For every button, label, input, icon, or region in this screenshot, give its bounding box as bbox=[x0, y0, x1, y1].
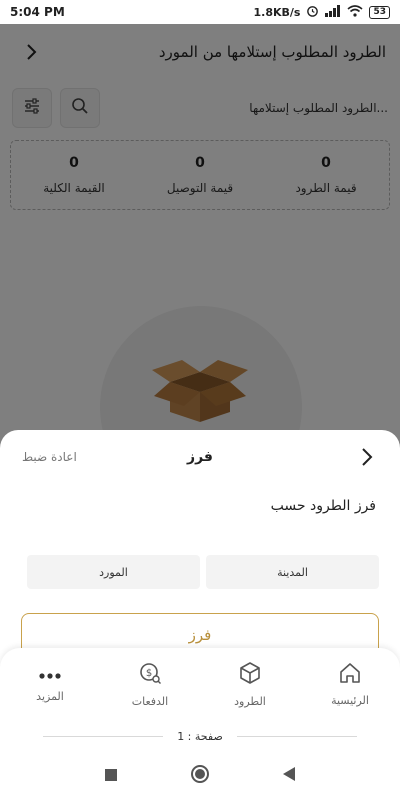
nav-label: الرئيسية bbox=[331, 693, 369, 707]
nav-item-payments[interactable]: $ الدفعات bbox=[100, 648, 200, 720]
status-icons: 1.8KB/s 53 bbox=[253, 4, 390, 20]
battery-icon: 53 bbox=[369, 5, 390, 19]
sort-by-label: فرز الطرود حسب bbox=[270, 498, 376, 514]
sort-options: المورد المدينة bbox=[0, 555, 400, 589]
sheet-header: اعادة ضبط فرز bbox=[0, 430, 400, 484]
system-nav-bar bbox=[0, 752, 400, 800]
nav-item-home[interactable]: الرئيسية bbox=[300, 648, 400, 720]
page-indicator: صفحة : 1 bbox=[177, 729, 223, 743]
recents-icon[interactable] bbox=[104, 767, 118, 786]
alarm-icon bbox=[306, 4, 319, 20]
svg-text:$: $ bbox=[146, 668, 152, 679]
pagination: صفحة : 1 bbox=[0, 720, 400, 752]
nav-label: المزيد bbox=[36, 690, 64, 703]
status-time: 5:04 PM bbox=[10, 5, 65, 19]
wifi-icon bbox=[347, 4, 363, 20]
divider bbox=[236, 735, 357, 737]
chevron-right-icon bbox=[362, 448, 373, 466]
nav-label: الطرود bbox=[234, 694, 266, 708]
reset-button[interactable]: اعادة ضبط bbox=[22, 450, 77, 464]
bottom-nav: الرئيسية الطرود $ الدفعات المزيد bbox=[0, 648, 400, 720]
close-sheet-button[interactable] bbox=[354, 444, 380, 470]
nav-label: الدفعات bbox=[131, 694, 169, 708]
home-icon bbox=[338, 662, 362, 688]
nav-item-parcels[interactable]: الطرود bbox=[200, 648, 300, 720]
nav-item-more[interactable]: المزيد bbox=[0, 648, 100, 720]
box-icon bbox=[238, 661, 262, 689]
sort-option-supplier[interactable]: المورد bbox=[27, 555, 200, 589]
back-triangle-icon[interactable] bbox=[282, 766, 296, 786]
divider bbox=[43, 735, 164, 737]
sort-option-city[interactable]: المدينة bbox=[206, 555, 379, 589]
signal-icon bbox=[325, 4, 341, 20]
home-circle-icon[interactable] bbox=[190, 764, 210, 788]
network-speed: 1.8KB/s bbox=[253, 5, 301, 19]
status-bar: 5:04 PM 1.8KB/s 53 bbox=[0, 0, 400, 24]
payments-icon: $ bbox=[138, 661, 162, 689]
more-icon bbox=[38, 665, 62, 684]
